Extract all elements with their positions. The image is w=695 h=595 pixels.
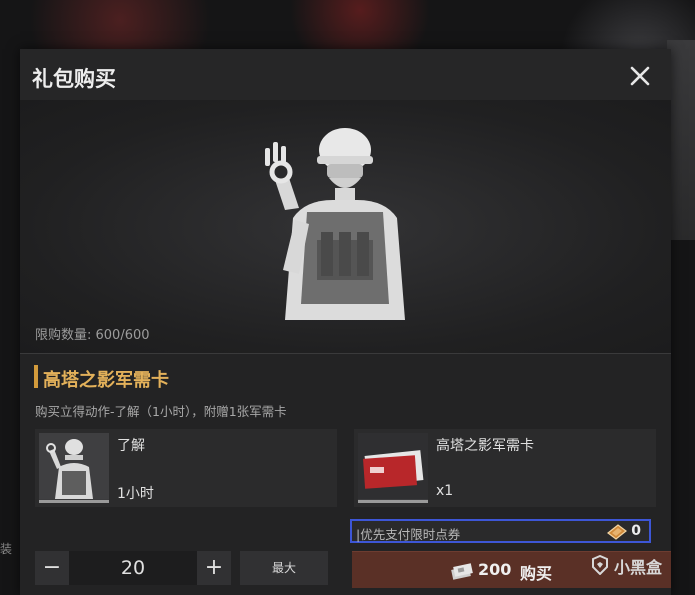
- pack-preview: 限购数量: 600/600: [20, 100, 671, 353]
- item-name: 了解: [117, 438, 145, 454]
- buy-label: 购买: [520, 564, 553, 583]
- purchase-limit: 限购数量: 600/600: [35, 328, 150, 343]
- background-panel: [667, 40, 695, 240]
- decrease-button[interactable]: −: [35, 551, 69, 585]
- item-name: 高塔之影军需卡: [436, 438, 534, 454]
- item-count: x1: [436, 483, 454, 499]
- voucher-icon: [607, 524, 627, 540]
- watermark-text: 小黑盒: [614, 558, 663, 577]
- gift-pack-dialog: 礼包购买 限购数量: 600/600 高塔之影军需卡 购买立得动作-了解（1小时…: [20, 49, 671, 595]
- close-button[interactable]: [627, 63, 653, 89]
- pack-title: 高塔之影军需卡: [43, 370, 169, 391]
- quantity-input[interactable]: 20: [69, 551, 197, 585]
- increase-button[interactable]: +: [197, 551, 231, 585]
- emote-figure-thumbnail: [39, 433, 109, 503]
- watermark-logo-icon: [592, 555, 608, 575]
- close-icon: [630, 66, 650, 86]
- quartermaster-card-thumbnail: [358, 433, 428, 503]
- voucher-count: 0: [631, 523, 641, 539]
- currency-icon: [451, 563, 473, 580]
- item-card-quartermaster[interactable]: 高塔之影军需卡 x1: [354, 429, 656, 507]
- divider: [20, 353, 671, 354]
- emote-figure-image: [265, 128, 405, 320]
- voucher-label: |优先支付限时点券: [356, 527, 461, 542]
- title-bar: 礼包购买: [20, 49, 671, 100]
- pack-description: 购买立得动作-了解（1小时），附赠1张军需卡: [35, 404, 287, 419]
- dialog-title: 礼包购买: [32, 67, 116, 91]
- quantity-stepper: − 20 +: [35, 551, 231, 585]
- title-accent-bar: [34, 365, 38, 388]
- max-button[interactable]: 最大: [240, 551, 328, 585]
- buy-price: 200: [478, 560, 512, 579]
- background-text: 装: [0, 542, 13, 556]
- item-duration: 1小时: [117, 486, 154, 502]
- item-card-emote[interactable]: 了解 1小时: [35, 429, 337, 507]
- voucher-toggle[interactable]: |优先支付限时点券 0: [350, 519, 651, 543]
